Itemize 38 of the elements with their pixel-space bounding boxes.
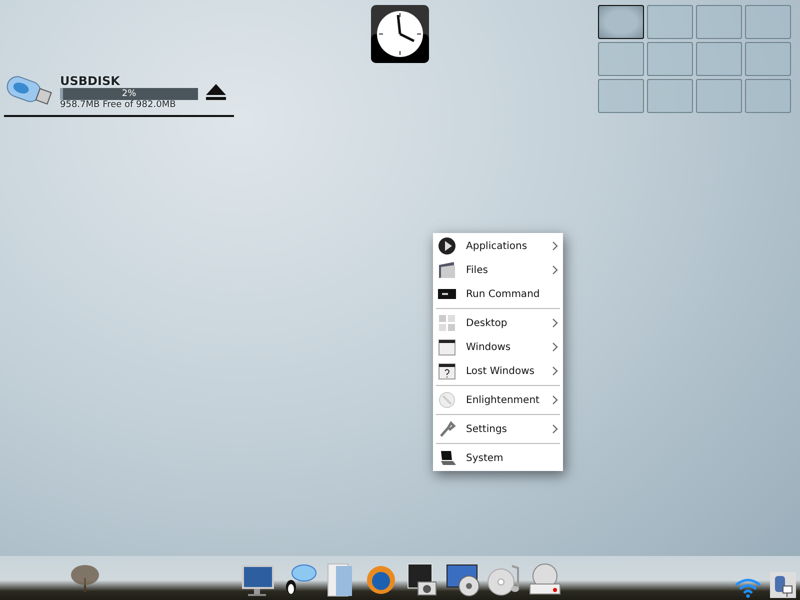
play-icon (438, 237, 456, 255)
clock-icon[interactable] (370, 4, 430, 64)
menu-item-label: Settings (466, 424, 508, 434)
drive-name: USBDISK (60, 74, 121, 88)
virtual-desktop[interactable] (598, 5, 644, 39)
film-reel-icon[interactable] (445, 562, 481, 598)
usage-percent: 2% (120, 88, 138, 100)
menu-item-label: Applications (466, 240, 528, 252)
menu-item[interactable]: Windows (433, 335, 563, 359)
wrench-icon (438, 420, 456, 438)
menu-item-label: Windows (466, 342, 512, 352)
menu-item-label: System (466, 452, 504, 464)
tree-drawing (70, 564, 100, 592)
question-window-icon (438, 362, 456, 380)
menu-item[interactable]: Settings (433, 417, 563, 441)
menu-item[interactable]: Run Command (433, 282, 563, 306)
menu-item[interactable]: Applications (433, 234, 563, 258)
menu-item-label: Run Command (466, 288, 541, 300)
window-icon (438, 338, 456, 356)
menu-item[interactable]: Lost Windows (433, 359, 563, 383)
free-space-text: 958.7MB Free of 982.0MB (60, 100, 177, 110)
monitor-icon[interactable] (240, 562, 276, 598)
menu-item[interactable]: Desktop (433, 311, 563, 335)
menu-item[interactable]: Files (433, 258, 563, 282)
circle-icon (438, 391, 456, 409)
menu-item[interactable]: System (433, 446, 563, 470)
folder-icon (438, 261, 456, 279)
menu-item[interactable]: Enlightenment (433, 388, 563, 412)
laptop-icon (438, 449, 456, 467)
menu-item-label: Files (466, 264, 489, 276)
menu-item-label: Enlightenment (466, 394, 540, 406)
desktop-grid-icon (438, 314, 456, 332)
eject-icon[interactable] (206, 84, 226, 100)
menu-item-label: Desktop (466, 318, 508, 328)
battery-plug-icon[interactable] (770, 572, 796, 598)
menu-item-label: Lost Windows (466, 366, 536, 376)
wifi-icon[interactable] (734, 578, 762, 598)
music-disc-icon[interactable] (486, 562, 522, 598)
